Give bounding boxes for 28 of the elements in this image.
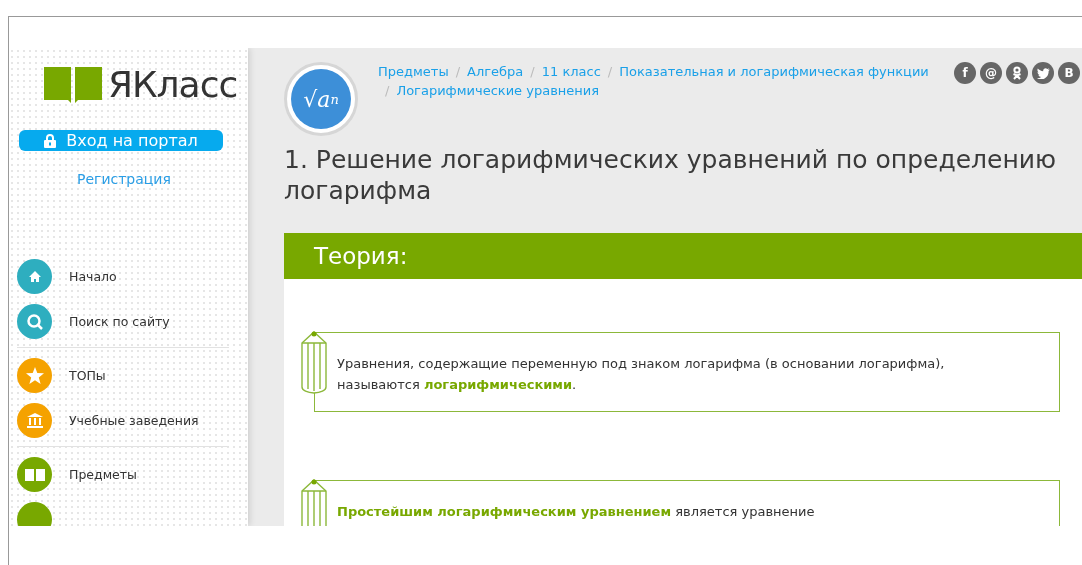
mail-icon[interactable]: @	[980, 62, 1002, 84]
page-title: 1. Решение логарифмических уравнений по определению логарифма	[284, 144, 1058, 206]
home-icon	[27, 270, 42, 283]
bird-icon[interactable]	[1032, 62, 1054, 84]
book-icon	[24, 467, 45, 482]
nav-item[interactable]: Предметы	[17, 457, 229, 492]
nav-item[interactable]: Учебные заведения	[17, 403, 229, 438]
nav-item[interactable]: Поиск по сайту	[17, 304, 229, 339]
book-logo-icon	[44, 66, 102, 103]
registration-link[interactable]: Регистрация	[77, 171, 248, 187]
note-text: Уравнения, содержащие переменную под знаком логарифма (в основании логарифма), называются логарифмическими.	[337, 355, 946, 394]
nav-item[interactable]: ТОПы	[17, 358, 229, 393]
odnoklassniki-icon[interactable]	[1006, 62, 1028, 84]
breadcrumb-separator: /	[607, 64, 613, 79]
logo-text: ЯКласс	[108, 64, 238, 105]
breadcrumb-separator: /	[385, 83, 390, 98]
star-icon	[25, 367, 44, 384]
building-icon	[26, 413, 43, 428]
subject-badge: √a$^{n}$	[284, 62, 358, 136]
vk-icon[interactable]: В	[1058, 62, 1080, 84]
note-text: Простейшим логарифмическим уравнением является уравнение	[337, 503, 816, 521]
nav-item[interactable]: Начало	[17, 259, 229, 294]
breadcrumb-separator: /	[455, 64, 461, 79]
facebook-icon[interactable]: f	[954, 62, 976, 84]
search-icon	[25, 312, 44, 331]
section-title: Теория:	[314, 243, 408, 269]
lock-icon	[44, 133, 57, 148]
breadcrumb-separator: /	[530, 64, 535, 79]
